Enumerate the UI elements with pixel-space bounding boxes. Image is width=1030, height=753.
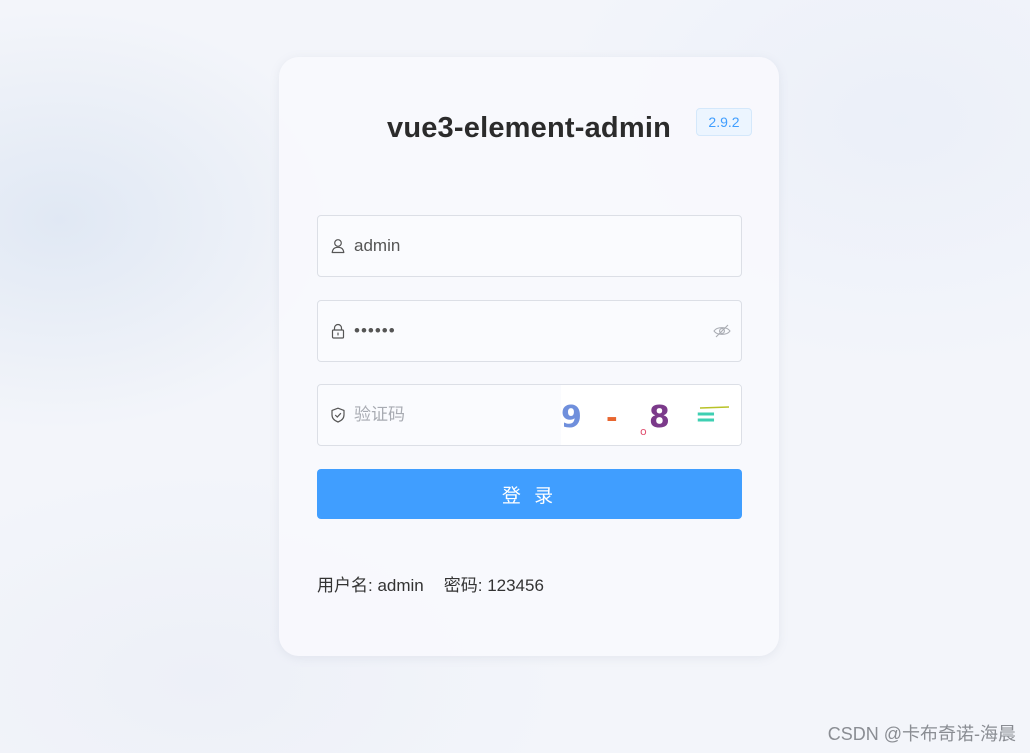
- svg-text:o: o: [640, 425, 647, 438]
- eye-slash-icon[interactable]: [713, 323, 731, 339]
- login-card: vue3-element-admin 2.9.2 9: [279, 57, 779, 656]
- watermark: CSDN @卡布奇诺-海晨: [827, 724, 1016, 744]
- captcha-char: =: [695, 402, 717, 432]
- captcha-field[interactable]: 9 - o 8 =: [317, 384, 742, 446]
- login-button[interactable]: 登 录: [317, 469, 742, 519]
- version-badge: 2.9.2: [696, 108, 752, 136]
- captcha-image[interactable]: 9 - o 8 =: [561, 385, 741, 445]
- password-field[interactable]: [317, 300, 742, 362]
- hint-password: 密码: 123456: [443, 576, 544, 595]
- lock-icon: [331, 323, 345, 339]
- captcha-graphic: 9 - o 8 =: [561, 400, 730, 438]
- shield-check-icon: [331, 407, 345, 423]
- captcha-input[interactable]: [354, 385, 554, 445]
- username-input[interactable]: [354, 216, 724, 276]
- captcha-char: 9: [561, 400, 582, 435]
- password-input[interactable]: [354, 301, 684, 361]
- captcha-char: -: [606, 401, 618, 434]
- hint-username: 用户名: admin: [317, 576, 424, 595]
- captcha-char: 8: [649, 400, 670, 435]
- credentials-hint: 用户名: admin 密码: 123456: [317, 571, 544, 596]
- username-field[interactable]: [317, 215, 742, 277]
- user-icon: [331, 239, 345, 254]
